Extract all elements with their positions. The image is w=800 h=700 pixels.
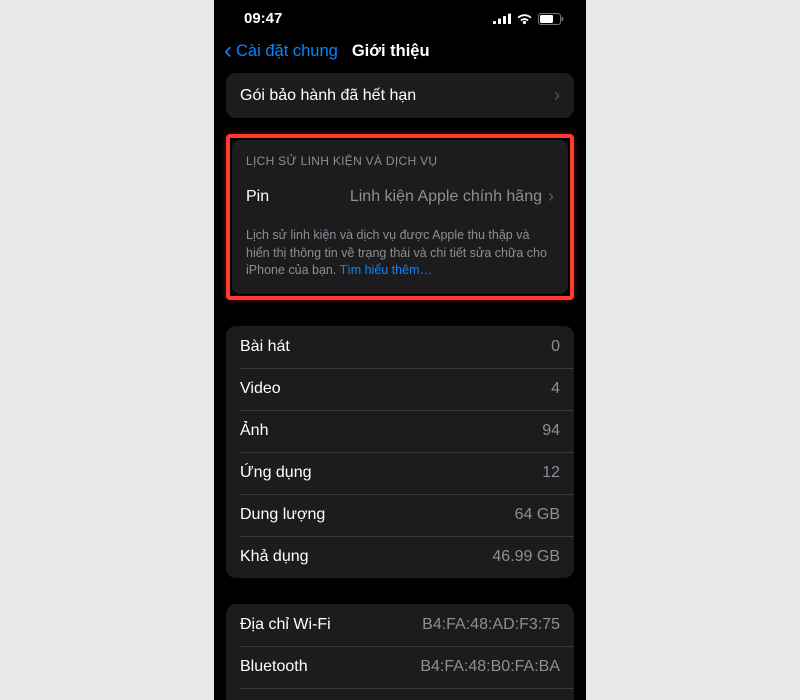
- spacer: [226, 578, 574, 604]
- chevron-right-icon: ›: [548, 186, 554, 207]
- phone-frame: 09:47 ‹ Cài đặt chung Giới thiệu Gói bảo…: [214, 0, 586, 700]
- row-label: Bluetooth: [240, 658, 308, 676]
- battery-icon: [538, 13, 564, 25]
- row-value: 46.99 GB: [492, 548, 560, 566]
- list-item: Bluetooth B4:FA:48:B0:FA:BA: [226, 646, 574, 688]
- content-scroll[interactable]: Gói bảo hành đã hết hạn › LỊCH SỬ LINH K…: [214, 73, 586, 700]
- row-label: Video: [240, 380, 281, 398]
- parts-section-footer: Lịch sử linh kiện và dịch vụ được Apple …: [232, 219, 568, 294]
- list-item: Ứng dụng 12: [226, 452, 574, 494]
- list-item: Địa chỉ Wi-Fi B4:FA:48:AD:F3:75: [226, 604, 574, 646]
- row-value: 12: [542, 464, 560, 482]
- row-value: 94: [542, 422, 560, 440]
- chevron-right-icon: ›: [554, 85, 560, 106]
- row-label: Khả dụng: [240, 548, 309, 566]
- list-item: Khả dụng 46.99 GB: [226, 536, 574, 578]
- highlight-annotation: LỊCH SỬ LINH KIỆN VÀ DỊCH VỤ Pin Linh ki…: [226, 134, 574, 300]
- spacer: [226, 300, 574, 326]
- back-button-label[interactable]: Cài đặt chung: [236, 42, 338, 61]
- row-label: Địa chỉ Wi-Fi: [240, 616, 331, 634]
- status-indicators: [493, 13, 564, 25]
- media-info-card: Bài hát 0 Video 4 Ảnh 94 Ứng dụng 12 Dung lượng 6…: [226, 326, 574, 578]
- learn-more-link[interactable]: Tìm hiểu thêm…: [340, 263, 432, 277]
- cellular-signal-icon: [493, 13, 511, 24]
- row-label: Dung lượng: [240, 506, 325, 524]
- warranty-card: Gói bảo hành đã hết hạn ›: [226, 73, 574, 118]
- battery-part-row[interactable]: Pin Linh kiện Apple chính hãng ›: [232, 174, 568, 219]
- navigation-bar: ‹ Cài đặt chung Giới thiệu: [214, 31, 586, 73]
- parts-history-section: LỊCH SỬ LINH KIỆN VÀ DỊCH VỤ Pin Linh ki…: [232, 140, 568, 294]
- row-value: 4: [551, 380, 560, 398]
- row-value: B4:FA:48:AD:F3:75: [422, 616, 560, 634]
- wifi-icon: [516, 13, 533, 25]
- list-item: Bài hát 0: [226, 326, 574, 368]
- page-title: Giới thiệu: [352, 42, 430, 61]
- list-item: Dung lượng 64 GB: [226, 494, 574, 536]
- battery-part-value: Linh kiện Apple chính hãng: [350, 188, 542, 206]
- warranty-row[interactable]: Gói bảo hành đã hết hạn ›: [226, 73, 574, 118]
- network-info-card: Địa chỉ Wi-FiB4:FA:48:AD:F3:75BluetoothB…: [226, 604, 574, 700]
- status-bar: 09:47: [214, 0, 586, 31]
- list-item: Video 4: [226, 368, 574, 410]
- row-label: Bài hát: [240, 338, 290, 356]
- warranty-label: Gói bảo hành đã hết hạn: [240, 87, 416, 105]
- row-value: 0: [551, 338, 560, 356]
- status-time: 09:47: [244, 10, 282, 27]
- list-item: Vi c.trình modem3.01.02: [226, 688, 574, 700]
- parts-section-header: LỊCH SỬ LINH KIỆN VÀ DỊCH VỤ: [232, 140, 568, 174]
- back-chevron-icon[interactable]: ‹: [224, 39, 232, 63]
- row-value: 64 GB: [515, 506, 560, 524]
- row-value: B4:FA:48:B0:FA:BA: [420, 658, 560, 676]
- row-label: Ứng dụng: [240, 464, 312, 482]
- battery-part-label: Pin: [246, 188, 269, 206]
- list-item: Ảnh 94: [226, 410, 574, 452]
- row-label: Ảnh: [240, 422, 268, 440]
